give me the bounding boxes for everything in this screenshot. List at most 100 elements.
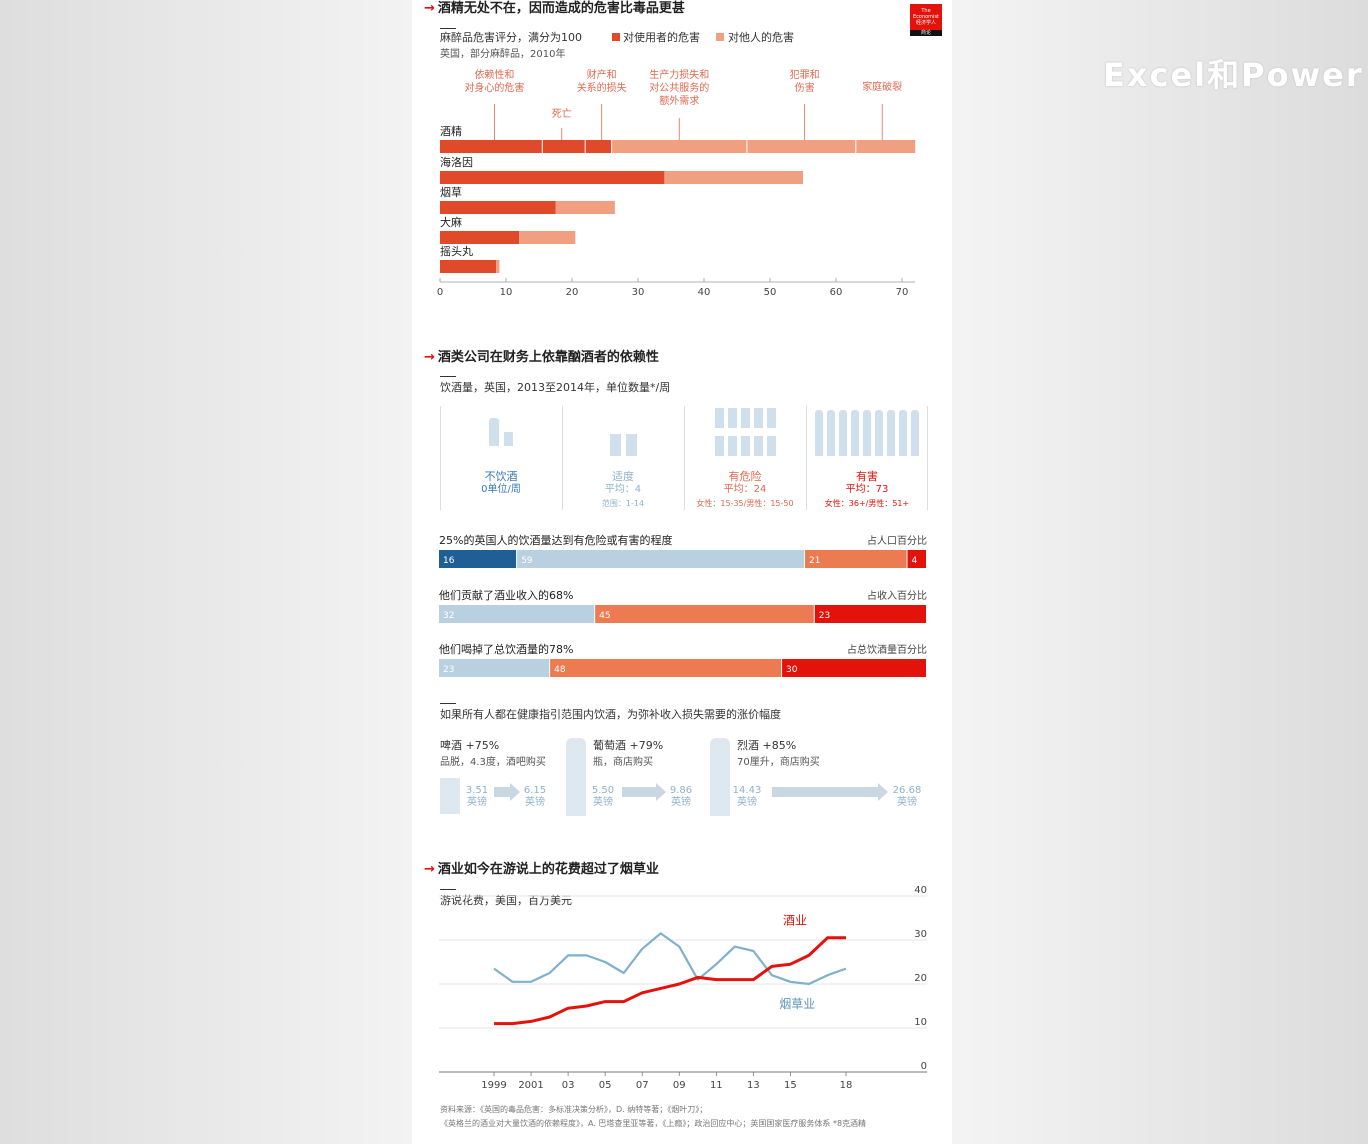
annotation-family: 家庭破裂 <box>862 80 902 93</box>
harm-bar-user <box>440 171 665 184</box>
legend-user-swatch <box>612 33 620 41</box>
lobby-x-tick-label: 2001 <box>518 1080 543 1091</box>
annotation-productivity: 额外需求 <box>659 94 699 107</box>
share-segment-value: 59 <box>521 556 533 566</box>
harm-bar-others <box>664 171 803 184</box>
drinker-group-panel: 适度 平均：4 范围：1-14 <box>562 406 684 510</box>
water-bottle-icon <box>440 408 562 460</box>
price-to: 9.86 <box>669 785 693 796</box>
drug-label: 大麻 <box>440 215 462 229</box>
price-to: 26.68 <box>892 785 922 796</box>
share-segment-有害 <box>782 659 926 677</box>
share-segment-value: 45 <box>599 611 610 621</box>
price-item-desc: 瓶，商店购买 <box>593 757 653 768</box>
lobby-chart: 0 10 20 30 40 1999 2001 03 05 07 09 11 13 15 18 酒业烟草业 <box>439 885 927 1091</box>
share-bar-unit: 占总饮酒量百分比 <box>847 643 927 656</box>
lobby-x-tick-label: 13 <box>747 1080 760 1091</box>
share-bar-unit: 占收入百分比 <box>867 589 927 602</box>
source-line1: 资料来源：《英国的毒品危害：多标准决策分析》，D. 纳特等著；《烟叶刀》； <box>440 1105 708 1114</box>
section1-title: → 酒精无处不在，因而造成的危害比毒品更甚 <box>424 0 685 16</box>
lobby-y-tick-label: 30 <box>914 929 927 940</box>
group-name: 有危险 <box>728 470 762 483</box>
economist-logo: The Economist 经济学人 商论 <box>910 4 942 36</box>
annotation-crime: 犯罪和 <box>790 69 820 81</box>
group-sub2: 范围：1-14 <box>601 499 645 508</box>
price-unit: 英镑 <box>593 797 613 808</box>
section2-title: → 酒类公司在财务上依靠酗酒者的依赖性 <box>424 346 659 365</box>
price-to: 6.15 <box>523 785 547 796</box>
group-sub2: 女性：36+/男性：51+ <box>824 499 910 508</box>
price-item-name: 啤酒 +75% <box>440 739 500 752</box>
annotation-productivity: 生产力损失和 <box>649 68 709 81</box>
share-segment-有危险 <box>595 605 814 623</box>
glasses-icon <box>684 408 806 460</box>
group-sub1: 0单位/周 <box>481 484 521 495</box>
harm-chart: 依赖性和对身心的危害死亡 财产和关系的损失 生产力损失和对公共服务的额外需求 犯罪和伤… <box>437 68 916 298</box>
group-sub1: 平均：24 <box>723 484 767 495</box>
share-segment-value: 4 <box>911 556 917 566</box>
drug-label: 酒精 <box>440 125 462 138</box>
price-unit: 英镑 <box>525 797 545 808</box>
group-sub1: 平均：4 <box>604 484 642 495</box>
group-name: 不饮酒 <box>484 470 518 483</box>
share-segment-value: 23 <box>443 665 454 675</box>
glasses-icon <box>562 408 684 460</box>
harm-bar-others <box>611 140 916 153</box>
share-segment-value: 30 <box>786 665 798 675</box>
group-sub2: 女性：15-35/男性：15-50 <box>696 499 794 508</box>
lobby-y-tick-label: 40 <box>914 885 927 896</box>
background-right <box>968 0 1368 1144</box>
harm-x-tick-label: 0 <box>437 287 443 298</box>
price-unit: 英镑 <box>467 797 487 808</box>
price-from: 14.43 <box>732 785 762 796</box>
price-item-name: 葡萄酒 +79% <box>593 739 664 752</box>
price-arrow-shaft <box>494 787 510 797</box>
share-segment-适度 <box>439 605 595 623</box>
share-bars-chart: 25%的英国人的饮酒量达到有危险或有害的程度 占人口百分比 16 59 21 4 他们贡献了… <box>439 533 927 677</box>
price-from: 3.51 <box>465 785 489 796</box>
share-bar-unit: 占人口百分比 <box>867 534 927 547</box>
logo-line3: 经济学人 <box>915 20 936 26</box>
lobby-y-tick-label: 20 <box>914 973 927 984</box>
share-bar-label: 25%的英国人的饮酒量达到有危险或有害的程度 <box>439 533 672 547</box>
annotation-crime: 伤害 <box>795 81 815 94</box>
legend-others-label: 对他人的危害 <box>728 31 794 44</box>
share-segment-value: 16 <box>443 556 455 566</box>
share-segment-value: 48 <box>554 665 566 675</box>
share-segment-适度 <box>517 550 804 568</box>
harm-bar-others <box>496 260 500 273</box>
drug-label: 海洛因 <box>440 155 473 169</box>
share-segment-value: 21 <box>809 556 820 566</box>
wine-bottles-icon <box>806 408 928 460</box>
lobby-y-tick-label: 10 <box>914 1017 927 1028</box>
harm-bar-user <box>440 140 612 153</box>
price-from: 5.50 <box>591 785 615 796</box>
legend-user-label: 对使用者的危害 <box>623 31 700 44</box>
share-segment-value: 23 <box>819 611 830 621</box>
harm-bar-user <box>440 201 556 214</box>
annotation-death: 死亡 <box>552 107 572 120</box>
section1-note: 英国，部分麻醉品，2010年 <box>440 49 566 60</box>
drinker-group-panel: 不饮酒 0单位/周 <box>440 406 562 510</box>
harm-x-tick-label: 70 <box>896 287 909 298</box>
annotation-dependence: 对身心的危害 <box>464 81 524 94</box>
share-segment-适度 <box>439 659 550 677</box>
share-bar-label: 他们贡献了酒业收入的68% <box>439 588 573 602</box>
drinker-group-panel: 有害 平均：73 女性：36+/男性：51+ <box>806 406 928 510</box>
section2-title-text: 酒类公司在财务上依靠酗酒者的依赖性 <box>437 350 659 365</box>
section3-title: → 酒业如今在游说上的花费超过了烟草业 <box>424 858 659 877</box>
section1-subtitle: 麻醉品危害评分，满分为100 <box>440 31 582 44</box>
price-title: 如果所有人都在健康指引范围内饮酒，为弥补收入损失需要的涨价幅度 <box>440 708 781 721</box>
harm-bar-user <box>440 260 497 273</box>
share-segment-value: 32 <box>443 611 454 621</box>
tobacco-line <box>493 932 847 986</box>
group-name: 有害 <box>856 470 878 483</box>
drinker-group-panel: 有危险 平均：24 女性：15-35/男性：15-50 <box>684 406 806 510</box>
harm-bar-user <box>440 231 520 244</box>
harm-x-tick-label: 30 <box>632 287 645 298</box>
harm-bar-others <box>519 231 576 244</box>
legend-others-swatch <box>716 33 724 41</box>
section1-title-text: 酒精无处不在，因而造成的危害比毒品更甚 <box>437 1 685 16</box>
lobby-x-tick-label: 05 <box>599 1080 612 1091</box>
harm-x-tick-label: 50 <box>764 287 777 298</box>
